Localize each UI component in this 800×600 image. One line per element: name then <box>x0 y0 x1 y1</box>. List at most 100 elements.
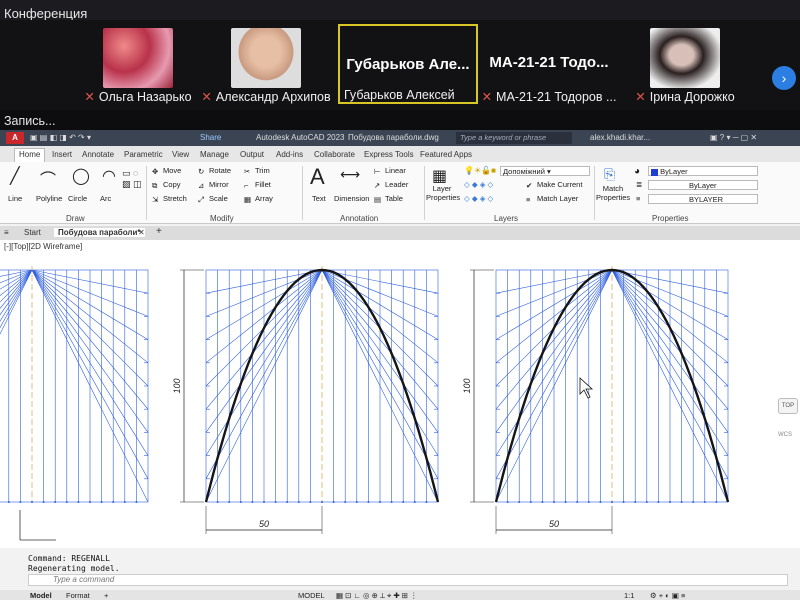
linetype-dropdown[interactable]: ByLayer <box>648 180 758 190</box>
leader-button[interactable]: ↗ Leader <box>374 180 408 190</box>
text-button[interactable]: Text <box>312 194 326 203</box>
linear-button[interactable]: ⊢ Linear <box>374 166 406 176</box>
layer-state-icons[interactable]: 💡☀🔓■ <box>464 166 496 175</box>
properties-panel-label[interactable]: Properties <box>652 214 688 223</box>
wcs-label[interactable]: WCS <box>778 432 792 438</box>
tab-model[interactable]: Model <box>30 591 52 600</box>
participant-tile[interactable]: ✕ Ольга Назарько <box>78 24 198 104</box>
modify-panel-label[interactable]: Modify <box>210 214 234 223</box>
tab-featured-apps[interactable]: Featured Apps <box>420 150 472 159</box>
mirror-icon: ⊿ <box>198 180 205 190</box>
line-icon[interactable]: ╱ <box>10 166 20 186</box>
tab-express-tools[interactable]: Express Tools <box>364 150 414 159</box>
avatar <box>103 28 173 88</box>
tab-layout[interactable]: Format <box>66 591 90 600</box>
tab-parametric[interactable]: Parametric <box>124 150 163 159</box>
move-button[interactable]: ✥ Move <box>152 166 181 176</box>
new-tab-button[interactable]: + <box>156 226 162 237</box>
tab-view[interactable]: View <box>172 150 189 159</box>
node-point <box>703 501 706 503</box>
array-button[interactable]: ▦ Array <box>244 194 273 204</box>
participant-tile[interactable]: МА-21-21 Тодо... ✕ МА-21-21 Тодоров ... <box>480 24 618 104</box>
participant-tile[interactable]: ✕ Александр Архипов <box>198 24 334 104</box>
match-layer-button[interactable]: ≡ Match Layer <box>526 194 578 204</box>
search-input[interactable]: Type a keyword or phrase <box>456 132 572 144</box>
drawing-canvas[interactable]: 100 50 100 50 <box>0 240 800 548</box>
tab-collaborate[interactable]: Collaborate <box>314 150 355 159</box>
close-icon[interactable]: ✕ <box>138 228 145 237</box>
lineweight-dropdown[interactable]: BYLAYER <box>648 194 758 204</box>
tab-annotate[interactable]: Annotate <box>82 150 114 159</box>
layer-tools-icons-2[interactable]: ◇ ◆ ◈ ◇ <box>464 194 493 203</box>
participant-tile[interactable]: ✕ Ірина Дорожко <box>620 24 750 104</box>
draw-tools-icon[interactable]: ▭ ◌ ▨ ◫ <box>122 168 142 190</box>
tab-insert[interactable]: Insert <box>52 150 72 159</box>
node-point <box>564 501 567 503</box>
line-button[interactable]: Line <box>8 194 22 203</box>
participant-name: ✕ Ірина Дорожко <box>635 90 735 104</box>
drawing-viewport[interactable]: [-][Top][2D Wireframe] 100 50 100 50 TOP WC… <box>0 240 800 548</box>
menu-icon[interactable]: ≡ <box>4 228 9 237</box>
node-point <box>112 501 115 503</box>
arc-button[interactable]: Arc <box>100 194 111 203</box>
layer-dropdown[interactable]: Допоміжний ▾ <box>500 166 590 176</box>
copy-button[interactable]: ⧉ Copy <box>152 180 181 190</box>
color-dropdown[interactable]: ByLayer <box>648 166 758 176</box>
participant-tile-active[interactable]: Губарьков Але... Губарьков Алексей <box>338 24 478 104</box>
tab-home[interactable]: Home <box>14 148 46 162</box>
next-page-button[interactable]: › <box>772 66 796 90</box>
node-point <box>576 501 579 503</box>
scale-button[interactable]: ⤢ Scale <box>198 194 228 204</box>
participant-display-name: МА-21-21 Тодо... <box>489 54 609 71</box>
match-properties-icon[interactable]: ⎘ <box>604 166 615 183</box>
annotation-scale[interactable]: 1:1 <box>624 591 634 600</box>
dimension-button[interactable]: Dimension <box>334 194 369 203</box>
circle-icon[interactable]: ◯ <box>72 166 90 186</box>
app-title: Autodesk AutoCAD 2023 <box>256 133 345 142</box>
mirror-button[interactable]: ⊿ Mirror <box>198 180 229 190</box>
tab-manage[interactable]: Manage <box>200 150 229 159</box>
fillet-button[interactable]: ⌐ Fillet <box>244 180 271 190</box>
layers-panel-label[interactable]: Layers <box>494 214 518 223</box>
layer-tools-icons[interactable]: ◇ ◆ ◈ ◇ <box>464 180 493 189</box>
make-current-button[interactable]: ✔ Make Current <box>526 180 582 190</box>
layer-properties-button[interactable]: Layer Properties <box>426 184 460 202</box>
viewcube[interactable]: TOP <box>778 398 798 414</box>
height-dimension-text: 100 <box>462 378 472 393</box>
quick-access-toolbar[interactable]: ▣ ▤ ◧ ◨ ↶ ↷ ▾ <box>30 133 91 142</box>
autocad-logo-icon[interactable]: A <box>6 132 24 144</box>
layer-properties-icon[interactable]: ▦ <box>432 166 447 186</box>
window-controls[interactable]: ▣ ? ▾ ─ ▢ ✕ <box>710 133 757 142</box>
dimension-icon[interactable]: ⟷ <box>340 166 360 183</box>
model-space-button[interactable]: MODEL <box>298 591 325 600</box>
stretch-button[interactable]: ⇲ Stretch <box>152 194 187 204</box>
tab-document[interactable]: Побудова параболи* <box>54 228 145 237</box>
rotate-button[interactable]: ↻ Rotate <box>198 166 231 176</box>
trim-button[interactable]: ✂ Trim <box>244 166 270 176</box>
tab-output[interactable]: Output <box>240 150 264 159</box>
tab-add-ins[interactable]: Add-ins <box>276 150 303 159</box>
ray-line <box>0 269 33 322</box>
polyline-button[interactable]: Polyline <box>36 194 62 203</box>
text-icon[interactable]: A <box>310 164 325 190</box>
match-properties-button[interactable]: Match Properties <box>596 184 630 202</box>
tab-start[interactable]: Start <box>24 228 41 237</box>
command-input[interactable]: Type a command <box>28 574 788 586</box>
share-button[interactable]: Share <box>200 133 221 142</box>
arc-icon[interactable]: ◠ <box>102 166 116 186</box>
polyline-icon[interactable]: ⌒ <box>40 166 56 190</box>
table-button[interactable]: ▤ Table <box>374 194 403 204</box>
draw-panel-label[interactable]: Draw <box>66 214 85 223</box>
node-point <box>518 501 521 503</box>
participants-strip: ✕ Ольга Назарько ✕ Александр Архипов Губар… <box>0 20 800 110</box>
annotation-panel-label[interactable]: Annotation <box>340 214 378 223</box>
add-layout-button[interactable]: + <box>104 591 108 600</box>
move-icon: ✥ <box>152 166 159 176</box>
user-account[interactable]: alex.khadi.khar... <box>590 133 650 142</box>
node-point <box>344 501 347 503</box>
status-tools-icons[interactable]: ▦ ⊡ ∟ ◎ ⊕ ⟂ ⌖ ✚ ⊞ ⋮ <box>336 591 418 600</box>
color-wheel-icon[interactable]: ◕ <box>634 166 640 177</box>
leader-icon: ↗ <box>374 180 381 190</box>
circle-button[interactable]: Circle <box>68 194 87 203</box>
status-settings-icons[interactable]: ⚙ + ◐ ▣ ≡ <box>650 591 685 600</box>
